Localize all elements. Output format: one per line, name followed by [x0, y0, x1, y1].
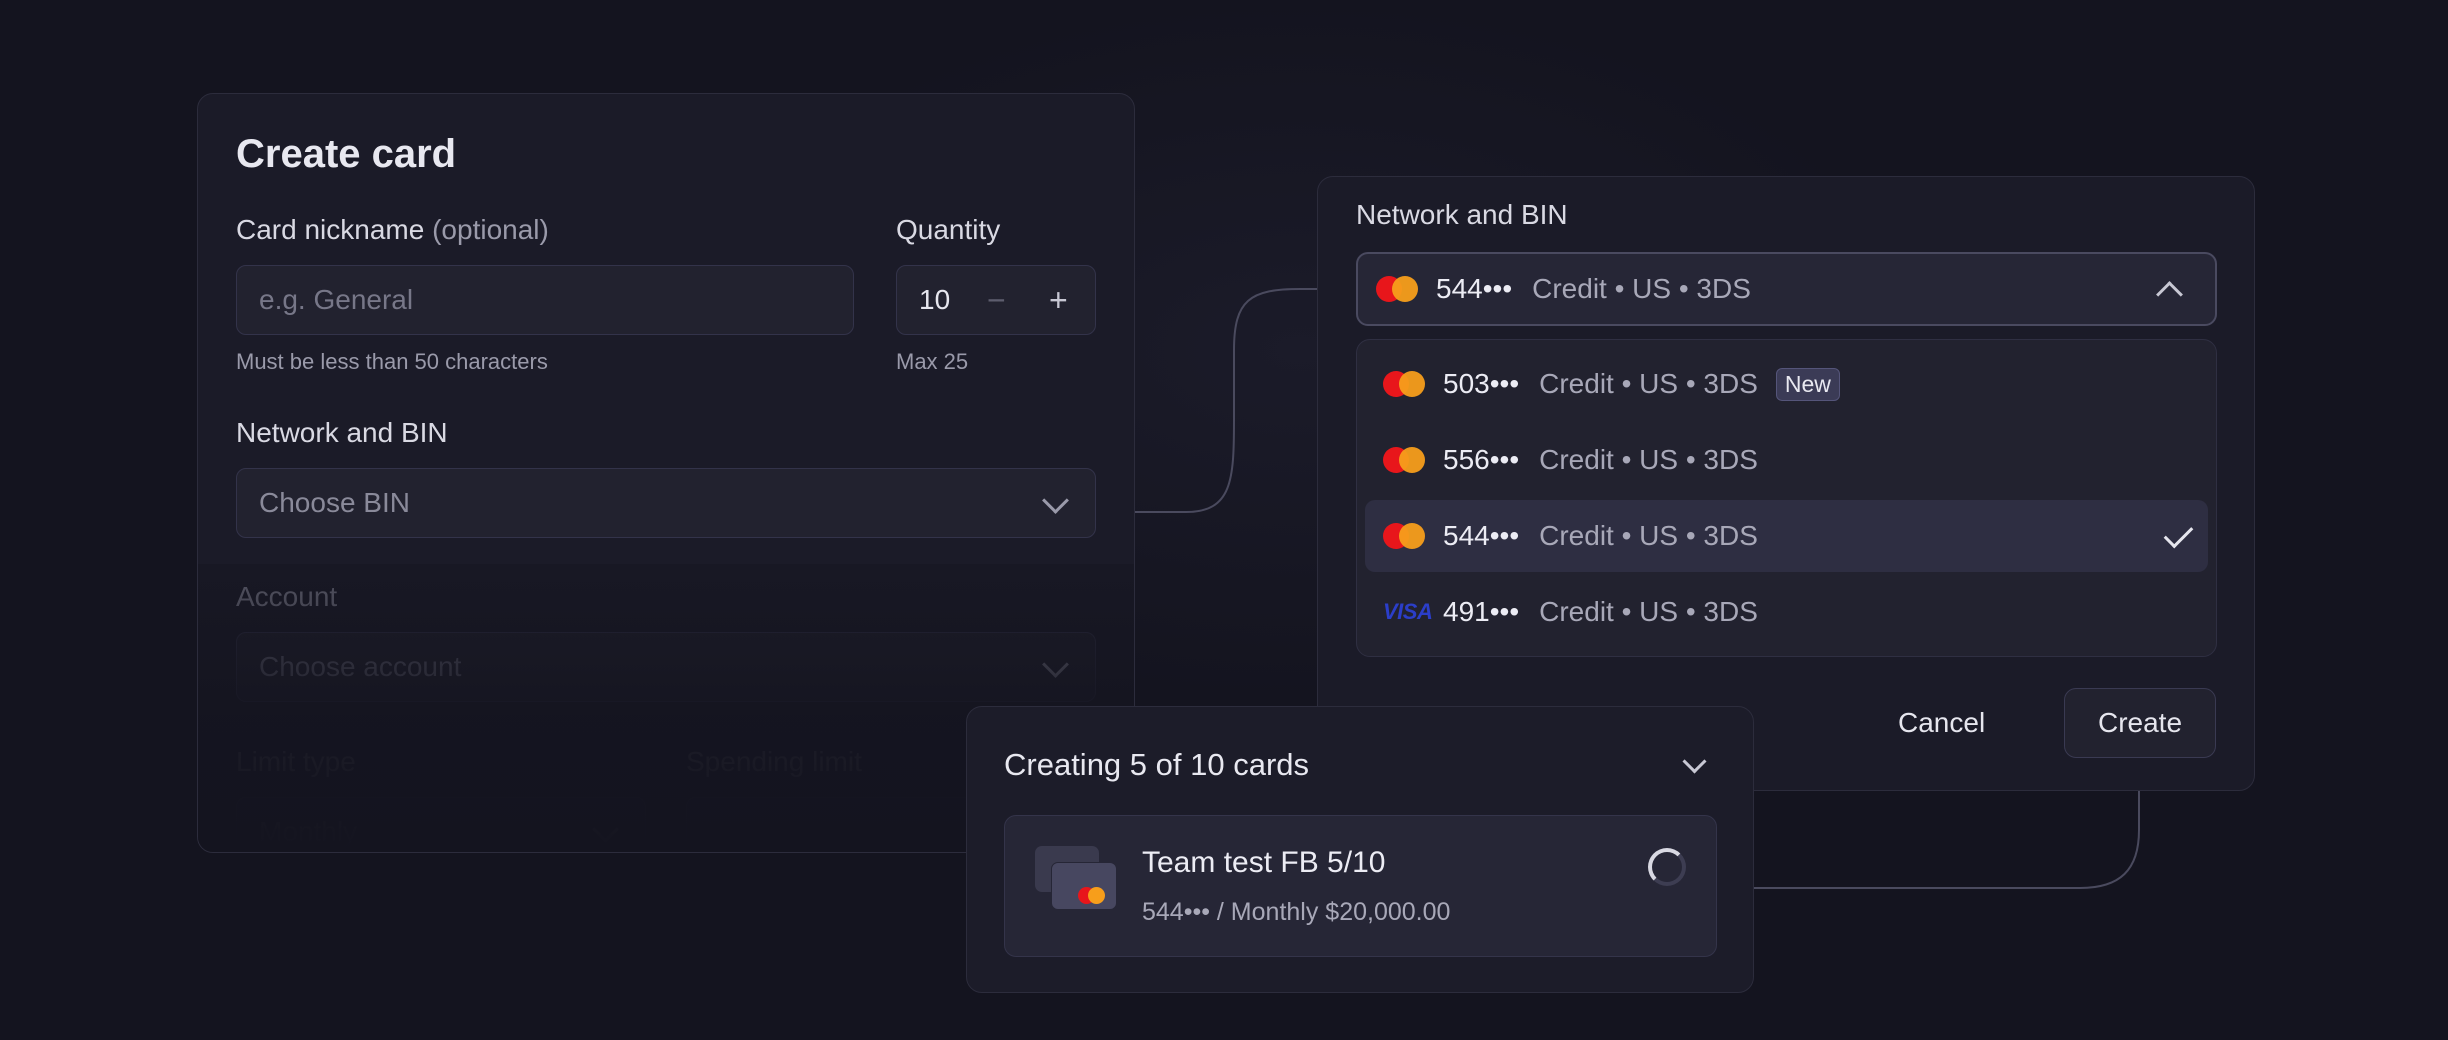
card-item-detail: 544••• / Monthly $20,000.00	[1142, 898, 1451, 926]
bin-options-list: 503••• Credit • US • 3DS New 556••• Cred…	[1356, 339, 2217, 657]
option-bin: 503•••	[1443, 368, 1520, 399]
nickname-hint: Must be less than 50 characters	[236, 349, 548, 374]
bin-option-556[interactable]: 556••• Credit • US • 3DS	[1365, 424, 2208, 496]
create-button[interactable]: Create	[2064, 688, 2216, 758]
account-label: Account	[236, 581, 338, 612]
limit-type-label: Limit type	[236, 746, 356, 777]
chevron-down-icon	[1042, 487, 1069, 514]
bin-label: Network and BIN	[236, 417, 448, 448]
cancel-button[interactable]: Cancel	[1898, 707, 1985, 739]
quantity-hint: Max 25	[896, 349, 969, 374]
bin-option-491[interactable]: VISA 491••• Credit • US • 3DS	[1365, 576, 2208, 648]
optional-label: (optional)	[432, 214, 549, 245]
quantity-plus-button[interactable]: +	[1049, 282, 1068, 319]
mastercard-icon	[1376, 276, 1418, 302]
selected-meta: Credit • US • 3DS	[1532, 273, 1751, 304]
mastercard-icon	[1383, 523, 1425, 549]
nickname-placeholder: e.g. General	[259, 284, 414, 315]
bin-select-open[interactable]: 544••• Credit • US • 3DS	[1356, 252, 2217, 326]
bin-panel-label: Network and BIN	[1356, 199, 1568, 230]
limit-type-value: Monthly	[259, 816, 358, 847]
chevron-up-icon	[2156, 281, 2183, 308]
bin-placeholder: Choose BIN	[259, 487, 410, 518]
card-progress-item: Team test FB 5/10 544••• / Monthly $20,0…	[1004, 815, 1717, 957]
bin-select[interactable]: Choose BIN	[236, 468, 1096, 538]
option-meta: Credit • US • 3DS	[1539, 520, 1758, 551]
limit-type-select[interactable]: Monthly	[236, 797, 646, 852]
option-bin: 491•••	[1443, 596, 1520, 627]
card-item-name: Team test FB 5/10	[1142, 846, 1386, 879]
option-meta: Credit • US • 3DS	[1539, 444, 1758, 475]
new-badge: New	[1775, 367, 1840, 401]
bin-option-503[interactable]: 503••• Credit • US • 3DS New	[1365, 348, 2208, 420]
page-title: Create card	[236, 132, 457, 176]
card-icon	[1051, 862, 1117, 910]
selected-bin: 544•••	[1436, 273, 1513, 304]
bin-dropdown-panel: Network and BIN 544••• Credit • US • 3DS…	[1317, 176, 2255, 791]
bin-option-544[interactable]: 544••• Credit • US • 3DS	[1365, 500, 2208, 572]
quantity-label: Quantity	[896, 214, 1001, 245]
chevron-down-icon[interactable]	[1682, 749, 1707, 774]
visa-icon: VISA	[1383, 599, 1433, 624]
option-meta: Credit • US • 3DS	[1539, 596, 1758, 627]
loading-spinner-icon	[1648, 848, 1686, 886]
option-meta: Credit • US • 3DS	[1539, 368, 1758, 399]
nickname-label: Card nickname (optional)	[236, 214, 549, 246]
check-icon	[2163, 518, 2194, 549]
quantity-stepper[interactable]: 10 − +	[896, 265, 1096, 335]
nickname-input[interactable]: e.g. General	[236, 265, 854, 335]
chevron-down-icon	[592, 816, 619, 843]
progress-panel: Creating 5 of 10 cards Team test FB 5/10…	[966, 706, 1754, 993]
option-bin: 556•••	[1443, 444, 1520, 475]
nickname-label-text: Card nickname	[236, 214, 425, 245]
spending-limit-label: Spending limit	[686, 746, 862, 777]
account-select[interactable]: Choose account	[236, 632, 1096, 702]
quantity-minus-button[interactable]: −	[987, 282, 1006, 319]
quantity-value: 10	[919, 284, 951, 315]
chevron-down-icon	[1042, 651, 1069, 678]
mastercard-icon	[1383, 447, 1425, 473]
progress-title: Creating 5 of 10 cards	[1004, 747, 1310, 782]
account-placeholder: Choose account	[259, 651, 462, 682]
option-bin: 544•••	[1443, 520, 1520, 551]
mastercard-icon	[1383, 371, 1425, 397]
